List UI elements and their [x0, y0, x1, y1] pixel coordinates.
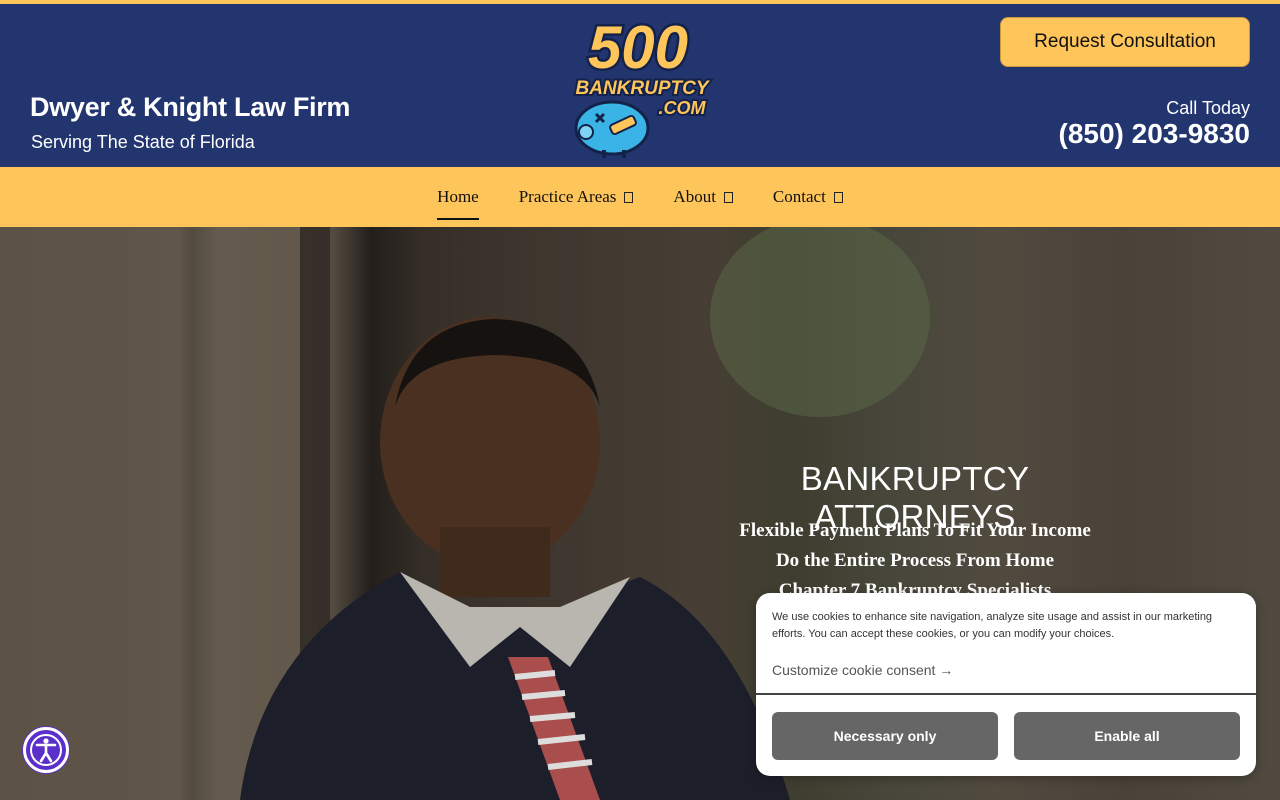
cookie-consent-dialog: We use cookies to enhance site navigatio… [756, 593, 1256, 776]
nav-item-home[interactable]: Home [437, 174, 479, 220]
main-nav: Home Practice Areas About Contact [0, 167, 1280, 227]
nav-item-about[interactable]: About [673, 174, 733, 220]
logo-word: BANKRUPTCY [576, 78, 711, 99]
chevron-down-icon [723, 191, 733, 203]
nav-item-label: About [673, 187, 716, 206]
nav-item-label: Practice Areas [518, 187, 617, 206]
phone-number-link[interactable]: (850) 203-9830 [1059, 118, 1250, 150]
cookie-message: We use cookies to enhance site navigatio… [772, 611, 1213, 640]
logo-suffix: .COM [659, 98, 707, 118]
call-today-label: Call Today [1166, 98, 1250, 118]
logo-number: 500 [588, 14, 688, 81]
nav-item-contact[interactable]: Contact [773, 174, 843, 220]
firm-name[interactable]: Dwyer & Knight Law Firm [30, 92, 350, 123]
site-logo[interactable]: 500 BANKRUPTCY .COM [560, 10, 722, 162]
site-header: Dwyer & Knight Law Firm Serving The Stat… [0, 4, 1280, 167]
firm-tagline: Serving The State of Florida [31, 132, 255, 152]
necessary-only-button[interactable]: Necessary only [772, 712, 998, 760]
hero-feature-line: Flexible Payment Plans To Fit Your Incom… [739, 520, 1091, 541]
hero-feature-line: Do the Entire Process From Home [775, 550, 1055, 571]
chevron-down-icon [833, 191, 843, 203]
nav-item-label: Contact [772, 187, 826, 206]
cookie-divider [756, 693, 1256, 695]
nav-item-practice-areas[interactable]: Practice Areas [519, 174, 634, 220]
accessibility-button[interactable] [23, 727, 69, 773]
request-consultation-button[interactable]: Request Consultation [1000, 17, 1250, 67]
chevron-down-icon [624, 191, 634, 203]
accessibility-icon [30, 734, 62, 766]
piggy-bank-icon [574, 100, 650, 158]
nav-item-label: Home [437, 187, 479, 206]
enable-all-button[interactable]: Enable all [1014, 712, 1240, 760]
customize-cookie-link[interactable]: Customize cookie consent → [772, 662, 953, 678]
